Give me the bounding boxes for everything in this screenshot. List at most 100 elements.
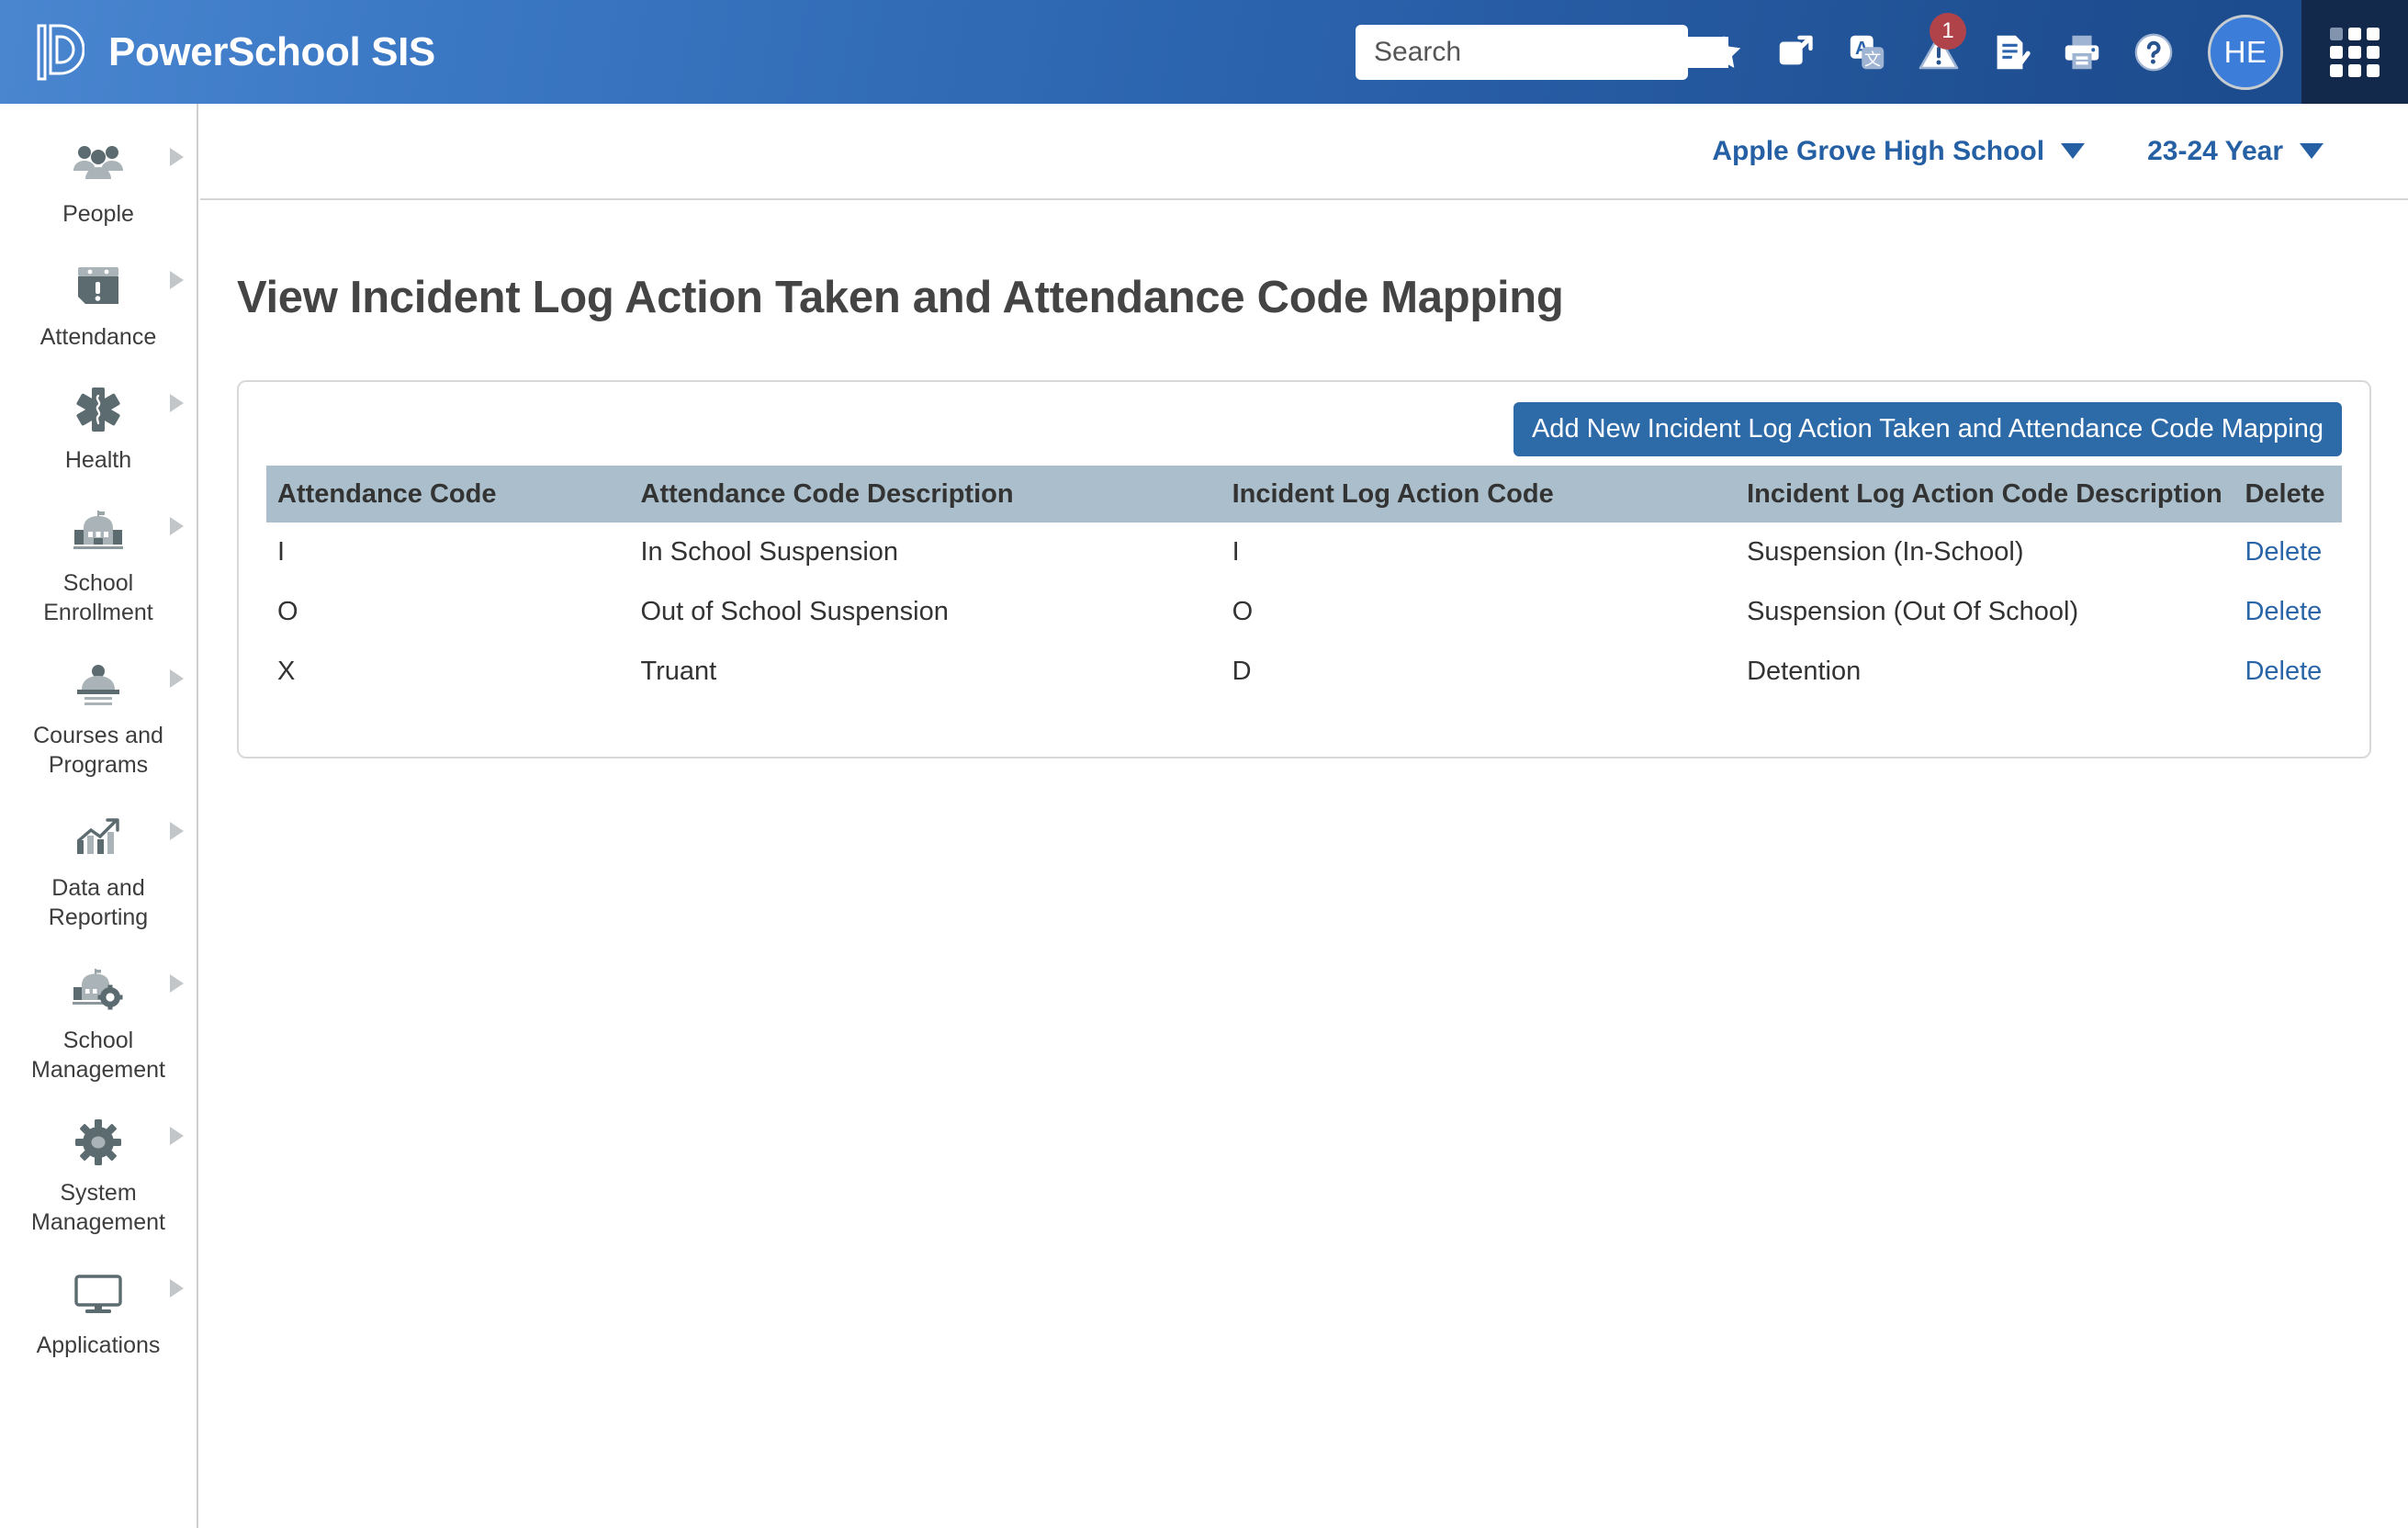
chevron-down-icon <box>2061 143 2086 159</box>
sidebar-item-label: Data and Reporting <box>48 875 149 930</box>
header-actions: A 文 1 <box>1356 0 2408 104</box>
chevron-right-icon[interactable] <box>170 1279 184 1298</box>
reports-button[interactable] <box>1975 0 2046 104</box>
chevron-right-icon[interactable] <box>170 271 184 289</box>
year-selector[interactable]: 23-24 Year <box>2147 136 2324 167</box>
school-selector[interactable]: Apple Grove High School <box>1712 135 2086 167</box>
school-selector-label: Apple Grove High School <box>1712 135 2045 166</box>
column-header-attendance-code: Attendance Code <box>266 466 630 522</box>
delete-link[interactable]: Delete <box>2245 537 2322 567</box>
translate-icon: A 文 <box>1850 35 1885 69</box>
mapping-card: Add New Incident Log Action Taken and At… <box>237 380 2371 758</box>
year-selector-label: 23-24 Year <box>2147 135 2283 166</box>
data-reporting-icon <box>73 811 124 864</box>
svg-text:文: 文 <box>1864 50 1881 68</box>
cell-attendance-code: I <box>277 537 286 567</box>
cell-attendance-code-description: Out of School Suspension <box>640 597 949 626</box>
brand-name: PowerSchool SIS <box>108 28 435 74</box>
sidebar-item-label: Attendance <box>39 324 157 350</box>
app-grid-button[interactable] <box>2301 0 2408 104</box>
sidebar-item-label: School Management <box>31 1028 165 1083</box>
translate-button[interactable]: A 文 <box>1831 0 1903 104</box>
chevron-right-icon[interactable] <box>170 517 184 535</box>
table-row: X Truant D Detention Delete <box>266 642 2342 702</box>
sidebar-item-label: Health <box>64 447 132 473</box>
cell-incident-log-action-code-description: Detention <box>1747 657 1862 686</box>
applications-icon <box>73 1268 124 1321</box>
cell-delete: Delete <box>2234 522 2342 582</box>
search-box[interactable] <box>1356 24 1728 80</box>
sidebar-item-label: People <box>62 201 134 227</box>
cell-attendance-code: X <box>277 657 296 686</box>
avatar: HE <box>2208 14 2283 90</box>
attendance-icon <box>74 260 122 313</box>
page-title: View Incident Log Action Taken and Atten… <box>237 273 1564 322</box>
delete-link[interactable]: Delete <box>2245 657 2322 686</box>
table-row: I In School Suspension I Suspension (In-… <box>266 522 2342 582</box>
open-new-window-button[interactable] <box>1760 0 1831 104</box>
sidebar-item-label: Courses and Programs <box>33 723 163 778</box>
add-new-mapping-button[interactable]: Add New Incident Log Action Taken and At… <box>1513 402 2342 456</box>
table-body: I In School Suspension I Suspension (In-… <box>266 522 2342 702</box>
help-button[interactable] <box>2118 0 2189 104</box>
cell-attendance-code: O <box>277 597 298 626</box>
delete-link[interactable]: Delete <box>2245 597 2322 626</box>
sidebar-item-applications[interactable]: Applications <box>0 1252 197 1375</box>
sidebar-item-school-enrollment[interactable]: School Enrollment <box>0 489 197 642</box>
sidebar-item-data-and-reporting[interactable]: Data and Reporting <box>0 794 197 947</box>
cell-incident-log-action-code-description: Suspension (In-School) <box>1747 537 2024 567</box>
sidebar-item-school-management[interactable]: School Management <box>0 947 197 1099</box>
print-button[interactable] <box>2046 0 2118 104</box>
print-icon <box>2065 35 2099 69</box>
chevron-right-icon[interactable] <box>170 822 184 840</box>
cell-delete: Delete <box>2234 642 2342 702</box>
avatar-button[interactable]: HE <box>2189 14 2301 90</box>
main-content: Apple Grove High School 23-24 Year View … <box>200 104 2408 1528</box>
sidebar: People Attendance Health School Enrollme… <box>0 104 198 1528</box>
sidebar-item-label: Applications <box>36 1332 161 1358</box>
chevron-right-icon[interactable] <box>170 394 184 412</box>
alert-badge: 1 <box>1930 13 1966 50</box>
cell-incident-log-action-code-description: Suspension (Out Of School) <box>1747 597 2079 626</box>
top-header-bar: PowerSchool SIS A <box>0 0 2408 104</box>
column-header-delete: Delete <box>2234 466 2342 522</box>
table-header-row: Attendance Code Attendance Code Descript… <box>266 466 2342 522</box>
chevron-right-icon[interactable] <box>170 148 184 166</box>
cell-delete: Delete <box>2234 582 2342 642</box>
school-enrollment-icon <box>72 506 125 559</box>
column-header-incident-log-action-code: Incident Log Action Code <box>1221 466 1737 522</box>
chevron-right-icon[interactable] <box>170 669 184 688</box>
sidebar-item-health[interactable]: Health <box>0 366 197 489</box>
alerts-button[interactable]: 1 <box>1903 0 1975 104</box>
cell-incident-log-action-code: I <box>1232 537 1240 567</box>
sidebar-item-attendance[interactable]: Attendance <box>0 243 197 366</box>
search-input[interactable] <box>1374 36 1728 68</box>
favorites-button[interactable] <box>1688 0 1760 104</box>
sidebar-item-label: School Enrollment <box>43 570 153 625</box>
table-header: Attendance Code Attendance Code Descript… <box>266 466 2342 522</box>
chevron-right-icon[interactable] <box>170 1127 184 1145</box>
sidebar-item-system-management[interactable]: System Management <box>0 1099 197 1252</box>
help-icon <box>2134 33 2173 71</box>
brand[interactable]: PowerSchool SIS <box>0 24 435 81</box>
chevron-right-icon[interactable] <box>170 974 184 993</box>
cell-attendance-code-description: In School Suspension <box>640 537 899 567</box>
report-check-icon <box>1997 35 2031 69</box>
column-header-attendance-code-description: Attendance Code Description <box>629 466 1221 522</box>
courses-programs-icon <box>73 658 124 712</box>
cell-incident-log-action-code: O <box>1232 597 1254 626</box>
cell-attendance-code-description: Truant <box>640 657 717 686</box>
health-icon <box>73 383 123 436</box>
card-actions: Add New Incident Log Action Taken and At… <box>266 402 2342 466</box>
sidebar-item-people[interactable]: People <box>0 120 197 243</box>
context-bar: Apple Grove High School 23-24 Year <box>200 104 2408 200</box>
star-icon <box>1706 35 1741 68</box>
people-icon <box>72 137 125 190</box>
external-link-icon <box>1779 35 1813 64</box>
mapping-table: Attendance Code Attendance Code Descript… <box>266 466 2342 702</box>
sidebar-item-courses-and-programs[interactable]: Courses and Programs <box>0 642 197 794</box>
cell-incident-log-action-code: D <box>1232 657 1252 686</box>
column-header-incident-log-action-code-description: Incident Log Action Code Description <box>1736 466 2234 522</box>
sidebar-item-label: System Management <box>31 1180 165 1235</box>
chevron-down-icon <box>2300 143 2324 159</box>
